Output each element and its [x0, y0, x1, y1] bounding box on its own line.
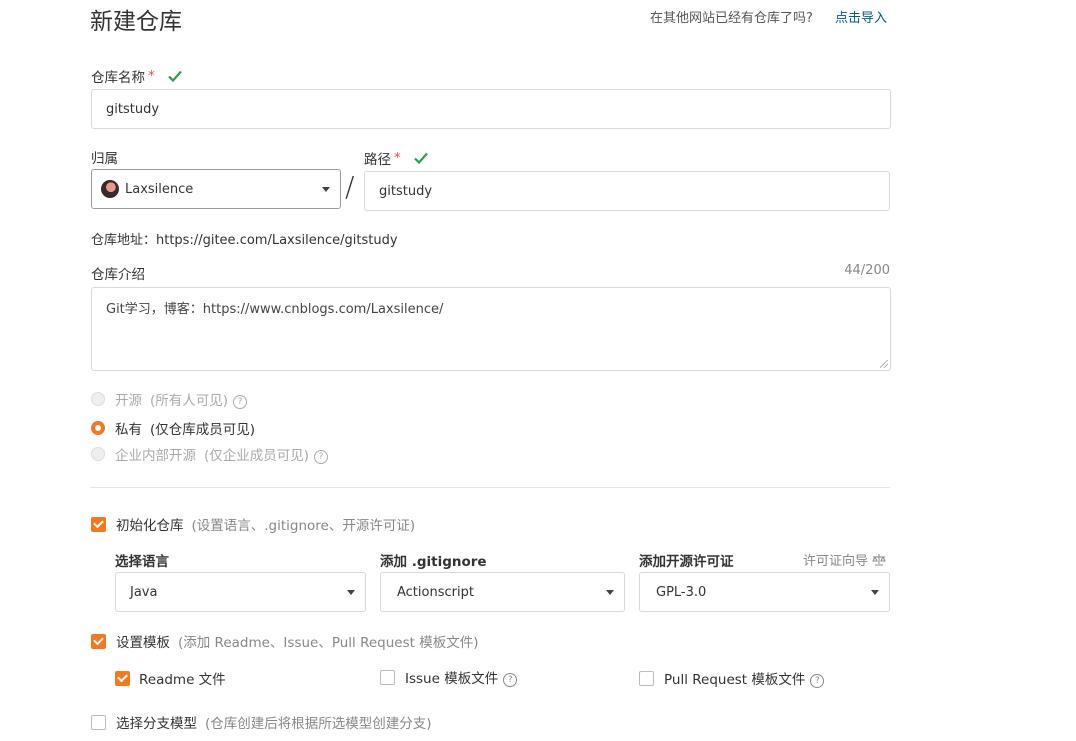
radio-enterprise-label: 企业内部开源 (仅企业成员可见)?	[115, 444, 329, 464]
radio-label-text: 私有	[115, 422, 142, 438]
chevron-down-icon	[322, 187, 330, 192]
visibility-option-public[interactable]: 开源 (所有人可见)?	[91, 389, 248, 409]
repo-name-label-row: 仓库名称 *	[91, 66, 183, 86]
branch-model-option[interactable]: 选择分支模型 (仓库创建后将根据所选模型创建分支)	[91, 712, 432, 732]
path-separator: /	[345, 170, 355, 203]
import-link[interactable]: 点击导入	[835, 7, 887, 26]
license-label: 添加开源许可证	[639, 554, 734, 570]
valid-check-icon	[413, 152, 428, 165]
radio-note-text: (仅仓库成员可见)	[150, 422, 256, 438]
init-repo-label-text: 初始化仓库	[116, 518, 184, 534]
radio-enterprise[interactable]	[91, 447, 105, 461]
repo-url: 仓库地址：https://gitee.com/Laxsilence/gitstu…	[91, 233, 398, 248]
language-select[interactable]: Java	[115, 572, 366, 612]
template-option[interactable]: 设置模板 (添加 Readme、Issue、Pull Request 模板文件)	[91, 631, 479, 651]
chevron-down-icon	[606, 590, 614, 595]
page-title: 新建仓库	[90, 9, 182, 35]
path-input[interactable]: gitstudy	[364, 171, 890, 211]
license-value: GPL-3.0	[656, 584, 707, 600]
issue-checkbox[interactable]	[380, 669, 395, 685]
path-label-row: 路径 *	[364, 148, 429, 168]
owner-value: Laxsilence	[125, 181, 194, 197]
help-icon[interactable]: ?	[233, 395, 248, 409]
path-value: gitstudy	[379, 183, 433, 199]
branch-model-hint: (仓库创建后将根据所选模型创建分支)	[205, 716, 432, 732]
repo-name-label: 仓库名称	[91, 70, 145, 86]
resize-handle[interactable]	[880, 360, 888, 368]
radio-note-text: (仅企业成员可见)	[204, 448, 310, 464]
template-hint: (添加 Readme、Issue、Pull Request 模板文件)	[178, 635, 479, 651]
language-value: Java	[130, 584, 158, 600]
radio-private-label: 私有 (仅仓库成员可见)	[115, 418, 255, 438]
chevron-down-icon	[347, 590, 355, 595]
radio-note-text: (所有人可见)	[150, 393, 229, 409]
readme-checkbox[interactable]	[115, 670, 130, 686]
template-checkbox[interactable]	[91, 633, 106, 649]
language-label: 选择语言	[115, 554, 169, 570]
description-counter: 44/200	[844, 263, 890, 278]
pr-option[interactable]: Pull Request 模板文件?	[639, 668, 825, 688]
init-repo-label: 初始化仓库 (设置语言、.gitignore、开源许可证)	[116, 514, 415, 534]
path-label: 路径	[364, 152, 391, 168]
license-select[interactable]: GPL-3.0	[639, 572, 890, 612]
description-textarea[interactable]: Git学习，博客：https://www.cnblogs.com/Laxsile…	[91, 287, 891, 371]
pr-label: Pull Request 模板文件?	[664, 668, 825, 688]
avatar	[101, 180, 119, 198]
template-label-text: 设置模板	[116, 635, 170, 651]
scale-icon	[872, 554, 886, 566]
branch-model-label: 选择分支模型 (仓库创建后将根据所选模型创建分支)	[116, 712, 432, 732]
description-label: 仓库介绍	[91, 267, 145, 283]
divider	[90, 487, 890, 488]
owner-label: 归属	[91, 151, 118, 167]
branch-model-label-text: 选择分支模型	[116, 716, 197, 732]
visibility-option-private[interactable]: 私有 (仅仓库成员可见)	[91, 418, 255, 438]
readme-option[interactable]: Readme 文件	[115, 668, 226, 688]
chevron-down-icon	[871, 590, 879, 595]
visibility-option-enterprise[interactable]: 企业内部开源 (仅企业成员可见)?	[91, 444, 329, 464]
license-guide-link[interactable]: 许可证向导	[803, 550, 886, 569]
radio-public-label: 开源 (所有人可见)?	[115, 389, 248, 409]
template-label: 设置模板 (添加 Readme、Issue、Pull Request 模板文件)	[116, 631, 479, 651]
required-mark: *	[394, 150, 401, 166]
required-mark: *	[148, 68, 155, 84]
radio-private[interactable]	[91, 421, 105, 435]
help-icon[interactable]: ?	[810, 674, 825, 688]
issue-label: Issue 模板文件?	[405, 667, 518, 687]
radio-public[interactable]	[91, 392, 105, 406]
help-icon[interactable]: ?	[314, 450, 329, 464]
new-repo-page: 新建仓库 在其他网站已经有仓库了吗? 点击导入 仓库名称 * gitstudy …	[0, 0, 1076, 741]
issue-label-text: Issue 模板文件	[405, 671, 499, 687]
valid-check-icon	[167, 70, 182, 83]
init-repo-option[interactable]: 初始化仓库 (设置语言、.gitignore、开源许可证)	[91, 514, 415, 534]
license-guide-text: 许可证向导	[803, 554, 869, 569]
pr-label-text: Pull Request 模板文件	[664, 672, 806, 688]
radio-label-text: 开源	[115, 393, 142, 409]
gitignore-value: Actionscript	[397, 584, 474, 600]
init-repo-checkbox[interactable]	[91, 516, 106, 532]
init-repo-hint: (设置语言、.gitignore、开源许可证)	[191, 518, 416, 534]
issue-option[interactable]: Issue 模板文件?	[380, 667, 518, 687]
description-value: Git学习，博客：https://www.cnblogs.com/Laxsile…	[106, 302, 444, 317]
gitignore-select[interactable]: Actionscript	[380, 572, 625, 612]
import-question: 在其他网站已经有仓库了吗?	[650, 11, 813, 26]
owner-select[interactable]: Laxsilence	[91, 169, 341, 209]
repo-name-value: gitstudy	[106, 101, 160, 117]
help-icon[interactable]: ?	[503, 673, 518, 687]
radio-label-text: 企业内部开源	[115, 448, 196, 464]
branch-model-checkbox[interactable]	[91, 714, 106, 730]
gitignore-label: 添加 .gitignore	[380, 554, 487, 570]
repo-name-input[interactable]: gitstudy	[91, 89, 891, 129]
readme-label: Readme 文件	[139, 672, 226, 688]
pr-checkbox[interactable]	[639, 670, 654, 686]
